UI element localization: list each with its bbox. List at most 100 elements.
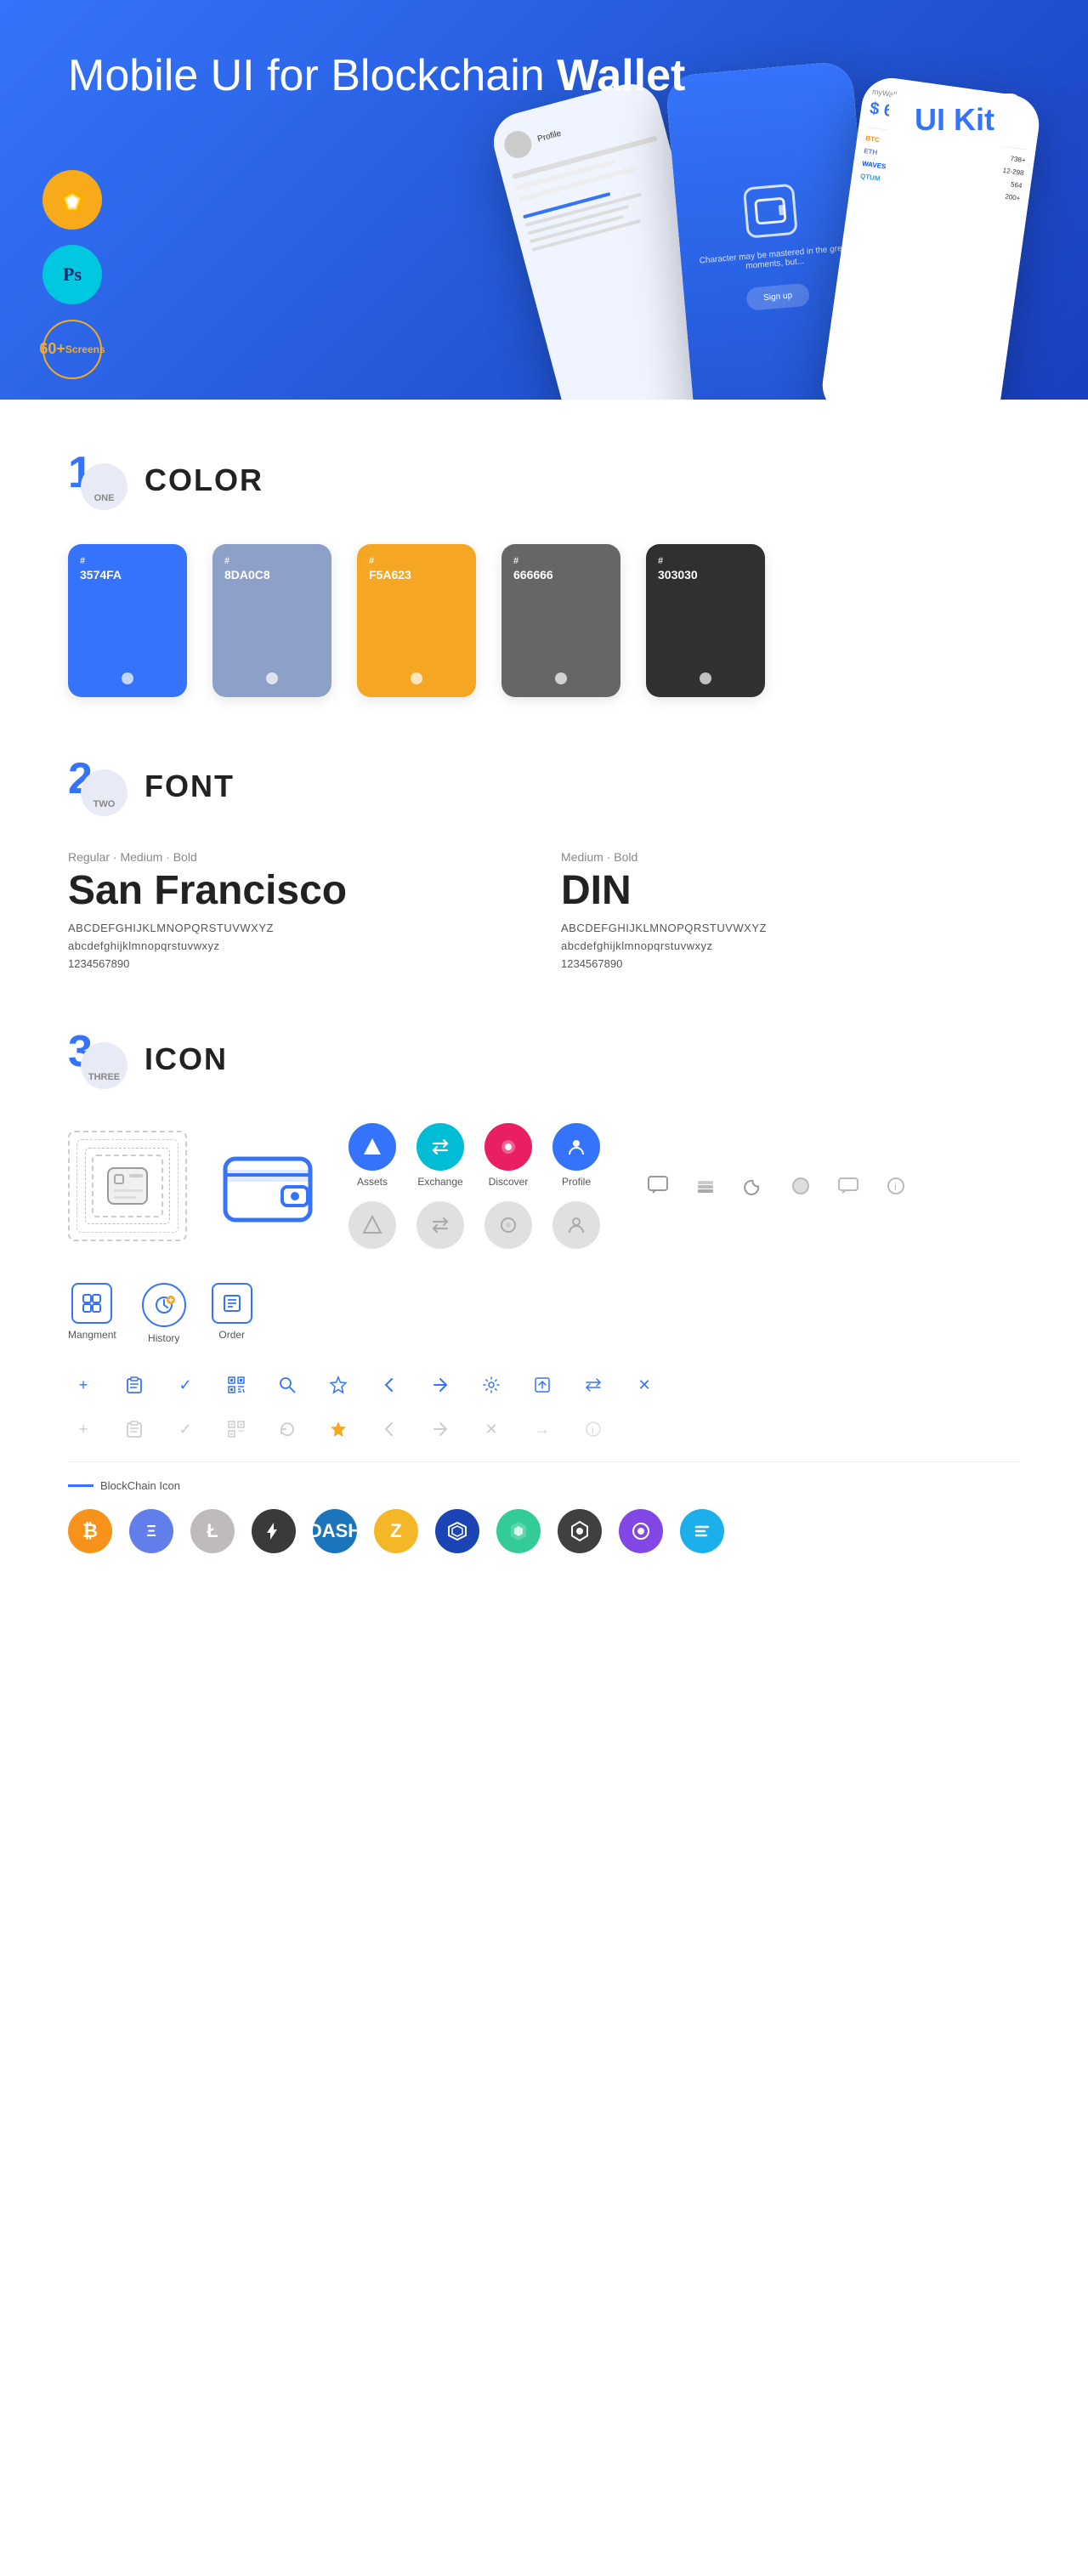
star-icon bbox=[323, 1370, 354, 1400]
icon-blueprint-wireframe bbox=[68, 1131, 187, 1241]
transfer-icon bbox=[578, 1370, 609, 1400]
close-icon: ✕ bbox=[629, 1370, 660, 1400]
chevron-left-icon bbox=[374, 1370, 405, 1400]
font-grid: Regular · Medium · Bold San Francisco AB… bbox=[68, 850, 1020, 970]
discover-ghost-icon bbox=[484, 1201, 532, 1249]
hero-badges: Ps 60+ Screens bbox=[42, 170, 102, 379]
check-icon: ✓ bbox=[170, 1370, 201, 1400]
order-label: Order bbox=[218, 1329, 245, 1341]
profile-label: Profile bbox=[562, 1176, 591, 1188]
litecoin-icon: Ł bbox=[190, 1509, 235, 1553]
bitcoin-icon: ₿ bbox=[68, 1509, 112, 1553]
blockchain-icons-row: ₿ Ξ Ł DASH Z bbox=[68, 1509, 1020, 1553]
font-section-header: 2 TWO FONT bbox=[68, 757, 1020, 816]
font-sf-upper: ABCDEFGHIJKLMNOPQRSTUVWXYZ bbox=[68, 922, 527, 934]
wallet-icon-colored bbox=[212, 1135, 323, 1237]
qr-icon bbox=[221, 1370, 252, 1400]
font-sf-nums: 1234567890 bbox=[68, 957, 527, 970]
chat-icon bbox=[643, 1171, 673, 1201]
profile-ghost-icon bbox=[552, 1201, 600, 1249]
font-din-meta: Medium · Bold bbox=[561, 850, 1020, 864]
circle-icon bbox=[785, 1171, 816, 1201]
assets-icon bbox=[348, 1123, 396, 1171]
mangment-label: Mangment bbox=[68, 1329, 116, 1341]
screens-badge: 60+ Screens bbox=[42, 320, 102, 379]
color-section-title: COLOR bbox=[144, 462, 264, 498]
font-din-lower: abcdefghijklmnopqrstuvwxyz bbox=[561, 939, 1020, 952]
ethereum-icon: Ξ bbox=[129, 1509, 173, 1553]
qr-muted-icon bbox=[221, 1414, 252, 1444]
color-section-header: 1 ONE COLOR bbox=[68, 451, 1020, 510]
clipboard-muted-icon bbox=[119, 1414, 150, 1444]
info-muted-icon: i bbox=[578, 1414, 609, 1444]
font-sf: Regular · Medium · Bold San Francisco AB… bbox=[68, 850, 527, 970]
history-label: History bbox=[148, 1332, 179, 1344]
forward-muted-icon: → bbox=[527, 1414, 558, 1444]
exchange-icon-item: Exchange bbox=[416, 1123, 464, 1188]
nav-icons-ghost-row bbox=[348, 1201, 600, 1249]
exchange-icon bbox=[416, 1123, 464, 1171]
icon-section-title: ICON bbox=[144, 1041, 228, 1077]
icon-section-num: 3 THREE bbox=[68, 1030, 128, 1089]
polygon-icon bbox=[619, 1509, 663, 1553]
layers-icon bbox=[690, 1171, 721, 1201]
icon-section-header: 3 THREE ICON bbox=[68, 1030, 1020, 1089]
assets-icon-item: Assets bbox=[348, 1123, 396, 1188]
swatch-dark-gray: # 666666 bbox=[502, 544, 620, 697]
dash-icon: DASH bbox=[313, 1509, 357, 1553]
info-icon: i bbox=[881, 1171, 911, 1201]
qtum-icon bbox=[558, 1509, 602, 1553]
chevron-left-muted-icon bbox=[374, 1414, 405, 1444]
font-section: 2 TWO FONT Regular · Medium · Bold San F… bbox=[68, 757, 1020, 970]
font-din-nums: 1234567890 bbox=[561, 957, 1020, 970]
order-icon bbox=[212, 1283, 252, 1324]
lisk-icon bbox=[496, 1509, 541, 1553]
share-muted-icon bbox=[425, 1414, 456, 1444]
hero-title: Mobile UI for Blockchain Wallet bbox=[68, 51, 685, 102]
font-sf-name: San Francisco bbox=[68, 871, 527, 911]
profile-ghost-icon-item bbox=[552, 1201, 600, 1249]
misc-icons-row1: i bbox=[643, 1171, 911, 1201]
font-sf-meta: Regular · Medium · Bold bbox=[68, 850, 527, 864]
swatch-black: # 303030 bbox=[646, 544, 765, 697]
bottom-labeled-icons: Mangment History bbox=[68, 1283, 1020, 1344]
grid-icon bbox=[435, 1509, 479, 1553]
color-section-num: 1 ONE bbox=[68, 451, 128, 510]
assets-ghost-icon-item bbox=[348, 1201, 396, 1249]
divider bbox=[68, 1461, 1020, 1462]
nav-icons-colored-row: Assets Exchange Di bbox=[348, 1123, 600, 1188]
font-section-num: 2 TWO bbox=[68, 757, 128, 816]
svg-text:i: i bbox=[894, 1180, 897, 1193]
moon-icon bbox=[738, 1171, 768, 1201]
color-swatches-container: # 3574FA # 8DA0C8 # F5A623 bbox=[68, 544, 1020, 697]
discover-icon bbox=[484, 1123, 532, 1171]
hero-title-regular: Mobile UI for Blockchain bbox=[68, 51, 557, 100]
font-din-upper: ABCDEFGHIJKLMNOPQRSTUVWXYZ bbox=[561, 922, 1020, 934]
gear-icon bbox=[476, 1370, 507, 1400]
sketch-badge bbox=[42, 170, 102, 230]
blockchain-label: BlockChain Icon bbox=[68, 1479, 1020, 1492]
order-icon-item: Order bbox=[212, 1283, 252, 1341]
exchange-label: Exchange bbox=[417, 1176, 462, 1188]
close-muted-icon: ✕ bbox=[476, 1414, 507, 1444]
font-din: Medium · Bold DIN ABCDEFGHIJKLMNOPQRSTUV… bbox=[561, 850, 1020, 970]
utility-icons-row1: + ✓ bbox=[68, 1370, 1020, 1400]
ui-kit-badge: UI Kit bbox=[889, 94, 1020, 146]
font-section-title: FONT bbox=[144, 769, 235, 804]
swatch-gray-blue: # 8DA0C8 bbox=[212, 544, 332, 697]
plus-icon: + bbox=[68, 1370, 99, 1400]
nav-icons-group: Assets Exchange Di bbox=[348, 1123, 600, 1249]
upload-icon bbox=[527, 1370, 558, 1400]
swatch-blue: # 3574FA bbox=[68, 544, 187, 697]
hero-title-bold: Wallet bbox=[557, 51, 685, 100]
discover-label: Discover bbox=[489, 1176, 529, 1188]
hero-section: Mobile UI for Blockchain Wallet UI Kit P… bbox=[0, 0, 1088, 400]
mangment-icon bbox=[71, 1283, 112, 1324]
svg-text:i: i bbox=[592, 1426, 593, 1436]
main-content: 1 ONE COLOR # 3574FA # 8DA0C8 bbox=[0, 400, 1088, 1664]
feather-icon bbox=[252, 1509, 296, 1553]
assets-label: Assets bbox=[357, 1176, 388, 1188]
font-din-name: DIN bbox=[561, 871, 1020, 911]
font-sf-lower: abcdefghijklmnopqrstuvwxyz bbox=[68, 939, 527, 952]
history-icon bbox=[142, 1283, 186, 1327]
